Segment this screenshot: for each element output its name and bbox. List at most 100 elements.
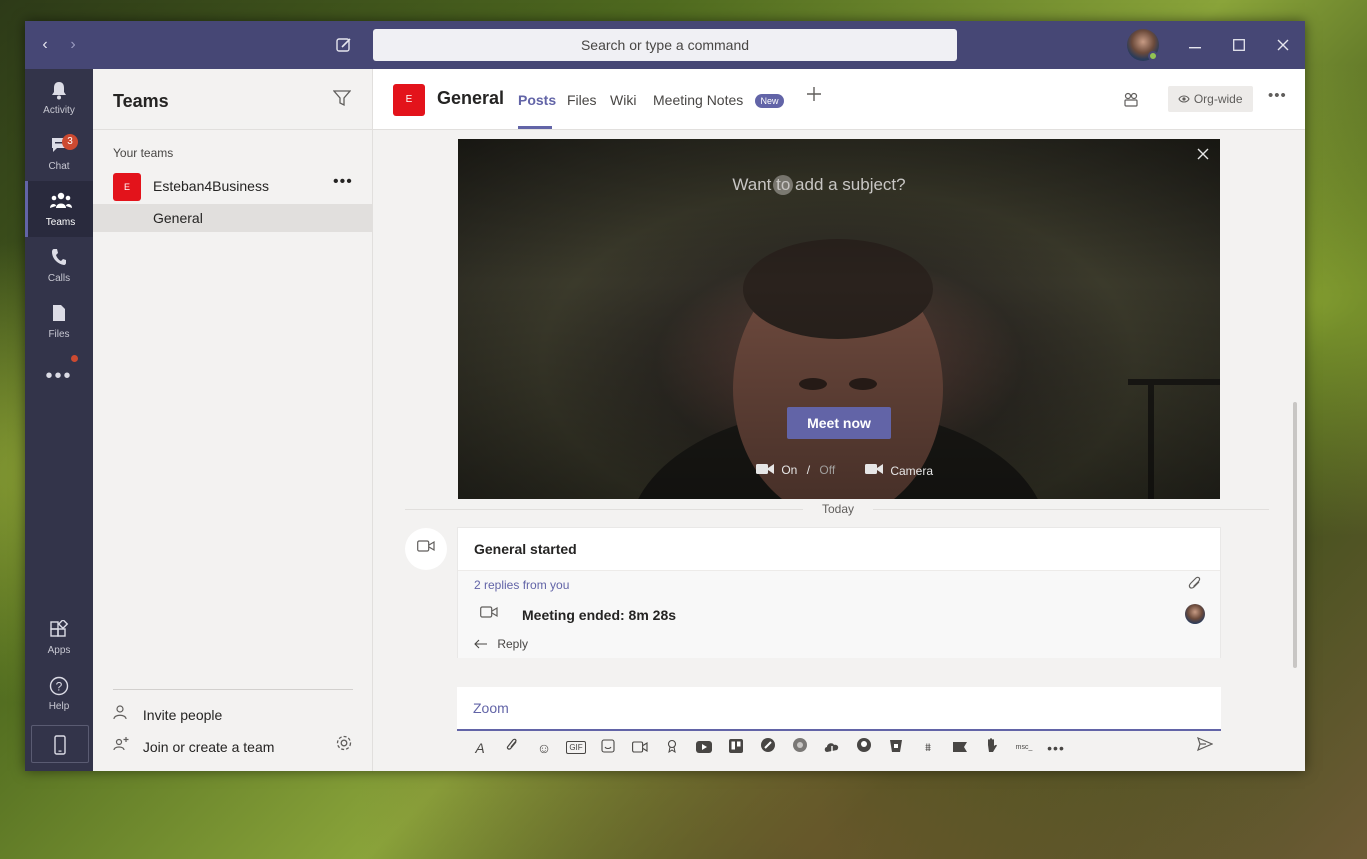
svg-text:?: ? [56,680,63,694]
github-icon[interactable] [853,737,875,759]
gif-icon[interactable]: GIF [565,737,587,759]
close-icon[interactable] [1273,21,1293,69]
invite-people-label: Invite people [142,707,223,723]
rail-item-calls[interactable]: Calls [25,237,93,293]
teams-sidebar: Teams Your teams E Esteban4Business ••• … [93,69,373,771]
meeting-camera-preview: Want to add a subject? Meet now On / Off… [458,139,1220,499]
format-icon[interactable]: A [469,737,491,759]
rail-item-apps[interactable]: Apps [25,609,93,665]
app-icon-hand[interactable] [981,737,1003,759]
teams-window: ‹ › Search or type a command Activity Ch… [25,21,1305,771]
trello-icon[interactable] [725,737,747,759]
app-icon-circle[interactable] [757,737,779,759]
channel-name: General [153,210,203,226]
channel-title: General [437,88,505,108]
rail-item-chat[interactable]: Chat 3 [25,125,93,181]
compose-icon[interactable] [333,21,355,69]
title-bar: ‹ › Search or type a command [25,21,1305,69]
new-badge: New [755,94,784,108]
video-camera-icon [756,463,777,477]
rail-item-more[interactable]: ••• [25,359,93,395]
emoji-icon[interactable]: ☺ [533,737,555,759]
filter-icon[interactable] [332,89,352,112]
section-label: Your teams [113,146,174,160]
invite-people-link[interactable]: Invite people [113,704,222,724]
paperclip-icon[interactable] [1188,576,1202,596]
youtube-icon[interactable] [693,737,715,759]
app-rail: Activity Chat 3 Teams Calls Files ••• Ap… [25,69,93,771]
rail-item-help[interactable]: ? Help [25,665,93,721]
gear-icon[interactable] [335,734,353,757]
rail-label: Apps [47,645,71,656]
cloud-upload-icon[interactable] [821,737,843,759]
file-icon [25,304,93,326]
compose-box[interactable]: Zoom [457,687,1221,731]
help-icon: ? [25,676,93,698]
search-input[interactable]: Search or type a command [373,29,957,61]
reply-button[interactable]: Reply [474,637,528,651]
presence-available-icon [1148,51,1158,61]
bitbucket-icon[interactable] [885,737,907,759]
subject-input[interactable]: Want to add a subject? [458,175,1180,195]
tab-posts[interactable]: Posts [518,92,556,108]
scrollbar[interactable] [1293,402,1297,668]
unread-badge: 3 [62,134,78,150]
rail-item-activity[interactable]: Activity [25,69,93,125]
tab-meeting-notes[interactable]: Meeting Notes [653,92,743,108]
more-options-icon[interactable]: ••• [1268,87,1287,104]
compose-toolbar: A ☺ GIF ⩩ msc_ ••• [457,735,1221,761]
bell-icon [25,80,93,102]
app-icon-stack[interactable]: ⩩ [917,737,939,759]
sticker-icon[interactable] [597,737,619,759]
join-create-team-label: Join or create a team [142,739,275,755]
post-title: General started [474,541,577,557]
device-button[interactable] [31,725,89,763]
notification-dot [71,355,78,362]
channel-main: E General Posts Files Wiki Meeting Notes… [373,69,1305,771]
more-options-icon[interactable]: ••• [333,173,353,191]
divider [93,129,373,130]
chevron-right-icon[interactable]: › [65,21,81,69]
app-icon-flag[interactable] [949,737,971,759]
join-team-icon [113,736,139,756]
send-icon[interactable] [1197,736,1214,756]
teams-icon [28,192,93,214]
maximize-icon[interactable] [1229,21,1249,69]
app-icon-text[interactable]: msc_ [1013,737,1035,759]
join-create-team-link[interactable]: Join or create a team [113,736,274,756]
compose-input[interactable]: Zoom [473,700,509,716]
rail-label: Chat [48,161,70,172]
meet-now-button[interactable]: Meet now [787,407,891,439]
tab-wiki[interactable]: Wiki [610,92,636,108]
app-icon-dots[interactable] [789,737,811,759]
replies-link[interactable]: 2 replies from you [474,578,569,592]
rail-item-files[interactable]: Files [25,293,93,349]
tab-files[interactable]: Files [567,92,597,108]
rail-label: Teams [45,217,76,228]
team-name[interactable]: Esteban4Business [153,178,269,194]
sidebar-title: Teams [113,91,169,111]
rail-item-teams[interactable]: Teams [25,181,93,237]
reply-label: Reply [497,637,529,651]
chat-icon [25,136,93,158]
org-wide-button[interactable]: Org-wide [1168,86,1253,112]
chevron-left-icon[interactable]: ‹ [37,21,53,69]
meet-icon[interactable] [629,737,651,759]
video-toggle[interactable]: On / Off [756,463,835,477]
channel-item-general[interactable]: General [93,204,373,232]
team-members-icon[interactable] [1123,91,1139,111]
camera-select[interactable]: Camera [865,463,933,478]
minimize-icon[interactable] [1185,21,1205,69]
meeting-icon [405,528,447,570]
attach-icon[interactable] [501,737,523,759]
eye-icon [1178,92,1193,106]
video-off-label: Off [819,463,836,477]
more-apps-icon[interactable]: ••• [1045,737,1067,759]
replies-thread: 2 replies from you Meeting ended: 8m 28s… [458,571,1220,658]
add-tab-icon[interactable] [806,85,822,108]
praise-icon[interactable] [661,737,683,759]
active-tab-indicator [518,126,552,129]
participant-avatar[interactable] [1185,604,1205,624]
close-icon[interactable] [1196,145,1210,166]
camera-switch-icon [865,464,886,478]
